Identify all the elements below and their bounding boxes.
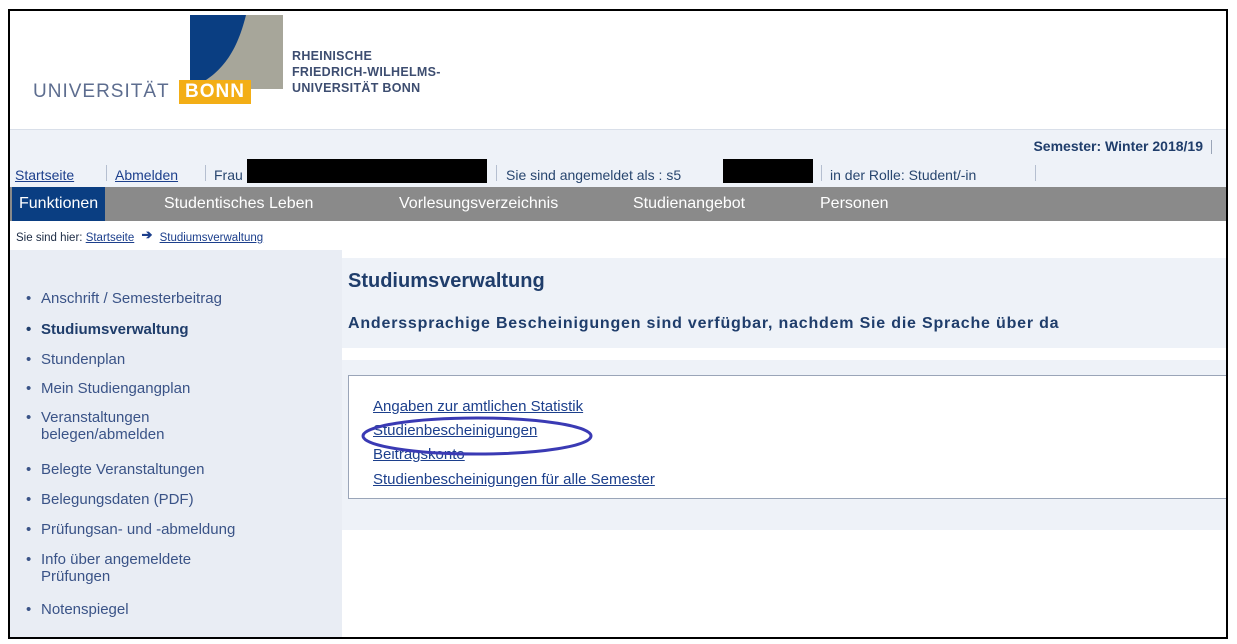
link-studienbescheinigungen-alle-semester[interactable]: Studienbescheinigungen für alle Semester (373, 471, 655, 488)
main-menu: Funktionen Studentisches Leben Vorlesung… (10, 187, 1226, 221)
bullet-icon: • (26, 290, 32, 307)
bullet-icon: • (26, 491, 32, 508)
redacted-username (247, 159, 487, 183)
redacted-user-id (723, 159, 813, 183)
sidebar-item-label: Veranstaltungen belegen/abmelden (41, 409, 165, 443)
sidebar-item-info-pruefungen[interactable]: • Info über angemeldete Prüfungen (26, 551, 246, 585)
menu-personen[interactable]: Personen (813, 187, 896, 221)
main-content: Studiumsverwaltung Anderssprachige Besch… (342, 250, 1226, 637)
sidebar-item-belegte-veranstaltungen[interactable]: • Belegte Veranstaltungen (26, 461, 204, 478)
sidebar-item-label: Belegungsdaten (PDF) (41, 491, 194, 508)
sidebar-item-stundenplan[interactable]: • Stundenplan (26, 351, 125, 368)
role-label: in der Rolle: Student/-in (830, 167, 977, 183)
bullet-icon: • (26, 351, 32, 368)
menu-vorlesungsverzeichnis[interactable]: Vorlesungsverzeichnis (392, 187, 565, 221)
link-studienbescheinigungen[interactable]: Studienbescheinigungen (373, 422, 537, 439)
bullet-icon: • (26, 551, 32, 568)
semester-bar: Semester: Winter 2018/19 (10, 129, 1226, 160)
logo-bonn-badge[interactable]: BONN (179, 80, 251, 104)
link-amtliche-statistik[interactable]: Angaben zur amtlichen Statistik (373, 398, 583, 415)
sidebar-item-belegungsdaten[interactable]: • Belegungsdaten (PDF) (26, 491, 194, 508)
separator (496, 165, 497, 181)
page-title: Studiumsverwaltung (348, 270, 545, 292)
separator (205, 165, 206, 181)
separator (1035, 165, 1036, 181)
sidebar-item-label: Anschrift / Semesterbeitrag (41, 290, 222, 307)
university-logo-mark[interactable] (190, 15, 283, 89)
sidebar-item-label: Studiumsverwaltung (41, 321, 189, 338)
university-name-line: FRIEDRICH-WILHELMS- (292, 65, 441, 79)
separator (821, 165, 822, 181)
main-heading-area: Studiumsverwaltung Anderssprachige Besch… (342, 258, 1226, 348)
bullet-icon: • (26, 521, 32, 538)
user-salutation: Frau (214, 167, 243, 183)
university-name-line: UNIVERSITÄT BONN (292, 81, 421, 95)
sidebar-item-studiumsverwaltung[interactable]: • Studiumsverwaltung (26, 321, 189, 338)
menu-funktionen[interactable]: Funktionen (12, 187, 106, 221)
logout-link[interactable]: Abmelden (115, 167, 178, 183)
university-full-name: RHEINISCHE FRIEDRICH-WILHELMS- UNIVERSIT… (292, 48, 441, 96)
menu-studienangebot[interactable]: Studienangebot (626, 187, 752, 221)
university-name-line: RHEINISCHE (292, 49, 373, 63)
semester-label[interactable]: Semester: Winter 2018/19 (1033, 138, 1212, 154)
sidebar-item-label: Info über angemeldete Prüfungen (41, 551, 192, 585)
breadcrumb: Sie sind hier: Startseite ➔ Studiumsverw… (16, 227, 264, 245)
sidebar-item-notenspiegel[interactable]: • Notenspiegel (26, 601, 129, 618)
bullet-icon: • (26, 321, 32, 338)
user-bar: Startseite Abmelden Frau Sie sind angeme… (10, 159, 1226, 187)
sidebar-item-label: Mein Studiengangplan (41, 380, 191, 397)
link-beitragskonto[interactable]: Beitragskonto (373, 446, 465, 463)
breadcrumb-home-link[interactable]: Startseite (86, 232, 135, 244)
bullet-icon: • (26, 601, 32, 618)
sidebar-item-anschrift[interactable]: • Anschrift / Semesterbeitrag (26, 290, 222, 307)
menu-studentisches-leben[interactable]: Studentisches Leben (157, 187, 320, 221)
info-text: Anderssprachige Bescheinigungen sind ver… (348, 315, 1060, 332)
page-frame: UNIVERSITÄT BONN RHEINISCHE FRIEDRICH-WI… (8, 9, 1228, 639)
sidebar-item-veranstaltungen-belegen[interactable]: • Veranstaltungen belegen/abmelden (26, 409, 246, 443)
sidebar-item-studiengangplan[interactable]: • Mein Studiengangplan (26, 380, 190, 397)
header: UNIVERSITÄT BONN RHEINISCHE FRIEDRICH-WI… (10, 11, 1226, 129)
logo-text[interactable]: UNIVERSITÄT (33, 81, 170, 103)
sidebar-item-pruefungsanmeldung[interactable]: • Prüfungsan- und -abmeldung (26, 521, 235, 538)
sidebar-item-label: Stundenplan (41, 351, 126, 368)
links-panel: Angaben zur amtlichen Statistik Studienb… (348, 375, 1226, 499)
separator (106, 165, 107, 181)
sidebar: • Anschrift / Semesterbeitrag • Studiums… (10, 250, 342, 637)
sidebar-item-label: Notenspiegel (41, 601, 129, 618)
bullet-icon: • (26, 461, 32, 478)
sidebar-item-label: Prüfungsan- und -abmeldung (41, 521, 236, 538)
bullet-icon: • (26, 409, 32, 426)
arrow-right-icon: ➔ (141, 227, 153, 242)
breadcrumb-prefix: Sie sind hier: (16, 232, 83, 244)
logged-in-label: Sie sind angemeldet als : s5 (506, 167, 682, 183)
home-link[interactable]: Startseite (15, 167, 74, 183)
bullet-icon: • (26, 380, 32, 397)
breadcrumb-current-link[interactable]: Studiumsverwaltung (160, 232, 264, 244)
sidebar-item-label: Belegte Veranstaltungen (41, 461, 205, 478)
